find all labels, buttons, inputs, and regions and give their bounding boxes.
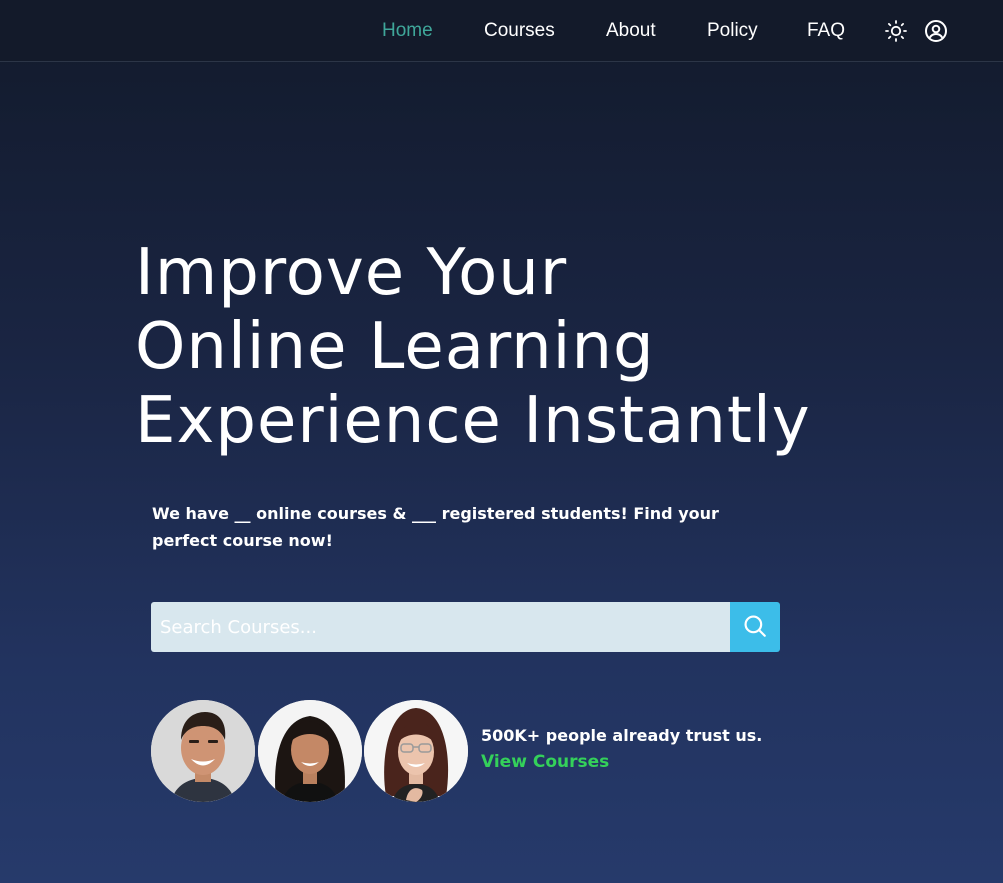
search-input[interactable] xyxy=(151,602,730,652)
user-circle-icon[interactable] xyxy=(924,19,948,43)
hero-title-line-1: Improve Your xyxy=(135,236,568,310)
nav-link-about[interactable]: About xyxy=(606,20,656,42)
trust-text: 500K+ people already trust us. xyxy=(481,726,763,745)
view-courses-link[interactable]: View Courses xyxy=(481,752,609,772)
search-bar xyxy=(151,602,780,652)
hero-title-line-3: Experience Instantly xyxy=(135,384,811,458)
nav-link-home[interactable]: Home xyxy=(382,20,433,42)
hero-subtitle: We have __ online courses & ___ register… xyxy=(152,504,719,550)
avatar-woman-curly-hair xyxy=(258,700,362,802)
search-button[interactable] xyxy=(730,602,780,652)
navbar: Home Courses About Policy FAQ xyxy=(0,0,1003,62)
sun-icon[interactable] xyxy=(884,19,908,43)
avatar-woman-glasses xyxy=(364,700,468,802)
nav-link-faq[interactable]: FAQ xyxy=(807,20,845,42)
avatar-man-smiling xyxy=(151,700,255,802)
nav-link-courses[interactable]: Courses xyxy=(484,20,555,42)
hero-title-line-2: Online Learning xyxy=(135,310,655,384)
hero-title: Improve Your Online Learning Experience … xyxy=(135,236,811,458)
search-icon xyxy=(742,613,768,642)
nav-link-policy[interactable]: Policy xyxy=(707,20,758,42)
